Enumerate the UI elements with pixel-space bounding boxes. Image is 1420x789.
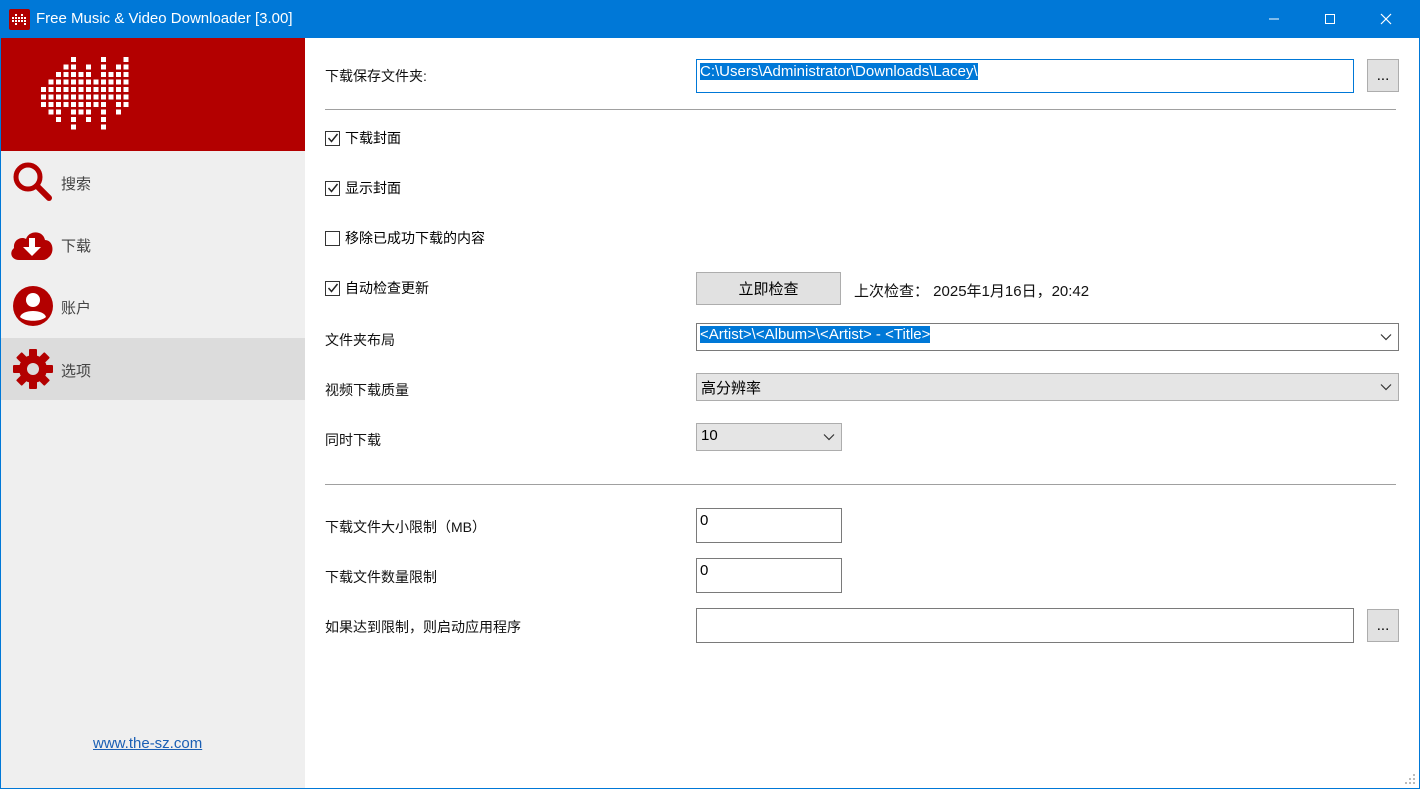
check-now-button[interactable]: 立即检查 xyxy=(696,272,841,305)
folder-label: 下载保存文件夹: xyxy=(325,68,427,84)
sidebar-item-label: 选项 xyxy=(61,363,92,380)
search-icon xyxy=(11,160,55,204)
gear-icon xyxy=(11,347,55,391)
minimize-button[interactable] xyxy=(1245,0,1303,38)
account-icon xyxy=(11,284,55,328)
download-folder-input[interactable]: C:\Users\Administrator\Downloads\Lacey\ xyxy=(696,59,1354,93)
sidebar-item-label: 搜索 xyxy=(61,176,92,193)
options-panel: 下载保存文件夹: C:\Users\Administrator\Download… xyxy=(305,38,1419,788)
browse-folder-button[interactable]: ... xyxy=(1367,59,1399,92)
equalizer-logo-icon xyxy=(41,57,129,130)
app-logo-icon xyxy=(9,9,30,30)
resize-grip-icon[interactable] xyxy=(1404,773,1416,785)
checkmark-icon xyxy=(327,183,338,193)
auto-update-checkbox[interactable]: 自动检查更新 xyxy=(325,279,429,297)
browse-app-button[interactable]: ... xyxy=(1367,609,1399,642)
sidebar-item-account[interactable]: 账户 xyxy=(1,275,305,337)
checkbox-label: 自动检查更新 xyxy=(345,280,429,296)
website-link[interactable]: www.the-sz.com xyxy=(93,735,202,752)
checkmark-icon xyxy=(327,133,338,143)
size-limit-input[interactable]: 0 xyxy=(696,508,842,543)
title-bar: Free Music & Video Downloader [3.00] xyxy=(0,0,1420,38)
minimize-icon xyxy=(1269,18,1279,20)
count-limit-label: 下载文件数量限制 xyxy=(325,569,437,585)
brand-logo xyxy=(1,38,305,151)
folder-layout-combobox[interactable]: <Artist>\<Album>\<Artist> - <Title> xyxy=(696,323,1399,351)
sidebar-item-search[interactable]: 搜索 xyxy=(1,151,305,213)
size-limit-label: 下载文件大小限制（MB） xyxy=(325,519,486,535)
checkbox-label: 移除已成功下载的内容 xyxy=(345,230,485,246)
divider xyxy=(325,484,1396,485)
chevron-down-icon xyxy=(823,434,835,441)
checkbox-box xyxy=(325,180,340,196)
sidebar: 搜索 下载 账户 选项 www.the-sz.com xyxy=(1,38,305,788)
checkbox-box xyxy=(325,230,340,246)
last-check-text: 上次检查： 2025年1月16日，20:42 xyxy=(854,283,1090,300)
checkbox-label: 下载封面 xyxy=(345,130,401,146)
close-icon xyxy=(1380,13,1392,25)
cloud-download-icon xyxy=(7,222,57,266)
sidebar-item-download[interactable]: 下载 xyxy=(1,213,305,275)
sidebar-item-label: 下载 xyxy=(61,238,92,255)
maximize-button[interactable] xyxy=(1301,0,1359,38)
chevron-down-icon xyxy=(1380,334,1392,341)
sidebar-item-label: 账户 xyxy=(61,300,92,317)
maximize-icon xyxy=(1325,14,1335,24)
checkbox-box xyxy=(325,280,340,296)
folder-layout-label: 文件夹布局 xyxy=(325,332,395,348)
close-button[interactable] xyxy=(1357,0,1415,38)
chevron-down-icon xyxy=(1380,384,1392,391)
concurrent-value: 10 xyxy=(701,427,718,444)
run-app-label: 如果达到限制，则启动应用程序 xyxy=(325,619,521,635)
layout-value: <Artist>\<Album>\<Artist> - <Title> xyxy=(700,326,931,343)
remove-completed-checkbox[interactable]: 移除已成功下载的内容 xyxy=(325,229,485,247)
window-title: Free Music & Video Downloader [3.00] xyxy=(36,10,293,27)
checkmark-icon xyxy=(327,283,338,293)
quality-value: 高分辨率 xyxy=(701,380,762,397)
checkbox-label: 显示封面 xyxy=(345,180,401,196)
run-app-input[interactable] xyxy=(696,608,1354,643)
folder-value: C:\Users\Administrator\Downloads\Lacey\ xyxy=(700,63,978,80)
download-cover-checkbox[interactable]: 下载封面 xyxy=(325,129,401,147)
checkbox-box xyxy=(325,130,340,146)
divider xyxy=(325,109,1396,110)
video-quality-label: 视频下载质量 xyxy=(325,382,409,398)
show-cover-checkbox[interactable]: 显示封面 xyxy=(325,179,401,197)
video-quality-select[interactable]: 高分辨率 xyxy=(696,373,1399,401)
concurrent-downloads-label: 同时下载 xyxy=(325,432,381,448)
concurrent-downloads-select[interactable]: 10 xyxy=(696,423,842,451)
count-limit-input[interactable]: 0 xyxy=(696,558,842,593)
sidebar-item-options[interactable]: 选项 xyxy=(1,338,305,400)
